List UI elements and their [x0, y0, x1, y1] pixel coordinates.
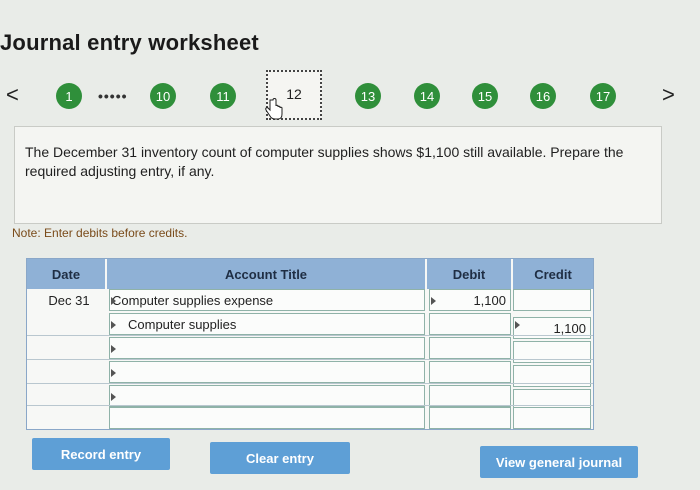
dropdown-marker-icon	[111, 297, 116, 305]
account-title-column-header: Account Title	[107, 259, 425, 289]
row-1-debit-input[interactable]: 1,100	[429, 289, 511, 311]
note-text: Note: Enter debits before credits.	[12, 226, 188, 240]
view-general-journal-button[interactable]: View general journal	[480, 446, 638, 478]
dropdown-marker-icon	[431, 297, 436, 305]
row-divider	[27, 405, 593, 406]
journal-entry-table: Date Account Title Debit Credit Dec 31 C…	[26, 258, 594, 430]
step-17-button[interactable]: 17	[590, 83, 616, 109]
previous-arrow-icon[interactable]: <	[6, 84, 19, 106]
row-4-debit-input[interactable]	[429, 361, 511, 383]
row-5-debit-input[interactable]	[429, 385, 511, 407]
step-15-button[interactable]: 15	[472, 83, 498, 109]
row-6-credit-input[interactable]	[513, 407, 591, 429]
dropdown-marker-icon	[515, 321, 520, 329]
step-10-button[interactable]: 10	[150, 83, 176, 109]
row-4-account-input[interactable]	[109, 361, 425, 383]
dropdown-marker-icon	[111, 393, 116, 401]
step-16-button[interactable]: 16	[530, 83, 556, 109]
row-1-date: Dec 31	[48, 292, 90, 308]
dropdown-marker-icon	[111, 321, 116, 329]
credit-column-header: Credit	[513, 259, 593, 289]
date-column-header: Date	[27, 259, 105, 289]
row-2-account-input[interactable]: Computer supplies	[109, 313, 425, 335]
row-3-account-input[interactable]	[109, 337, 425, 359]
next-arrow-icon[interactable]: >	[662, 84, 675, 106]
record-entry-button[interactable]: Record entry	[32, 438, 170, 470]
question-box: The December 31 inventory count of compu…	[14, 126, 662, 224]
row-divider	[27, 383, 593, 384]
row-1-account-input[interactable]: Computer supplies expense	[109, 289, 425, 311]
row-divider	[27, 335, 593, 336]
step-11-button[interactable]: 11	[210, 83, 236, 109]
step-13-button[interactable]: 13	[355, 83, 381, 109]
row-3-debit-input[interactable]	[429, 337, 511, 359]
row-6-account-input[interactable]	[109, 407, 425, 429]
step-1-button[interactable]: 1	[56, 83, 82, 109]
row-2-debit-input[interactable]	[429, 313, 511, 335]
dropdown-marker-icon	[111, 369, 116, 377]
hand-cursor-icon	[265, 98, 283, 120]
clear-entry-button[interactable]: Clear entry	[210, 442, 350, 474]
dropdown-marker-icon	[111, 345, 116, 353]
steps-ellipsis: •••••	[98, 88, 128, 104]
page-title: Journal entry worksheet	[0, 30, 259, 55]
step-14-button[interactable]: 14	[414, 83, 440, 109]
question-text: The December 31 inventory count of compu…	[25, 144, 624, 179]
row-1-credit-input[interactable]	[513, 289, 591, 311]
row-6-debit-input[interactable]	[429, 407, 511, 429]
row-5-account-input[interactable]	[109, 385, 425, 407]
row-divider	[27, 359, 593, 360]
debit-column-header: Debit	[427, 259, 511, 289]
